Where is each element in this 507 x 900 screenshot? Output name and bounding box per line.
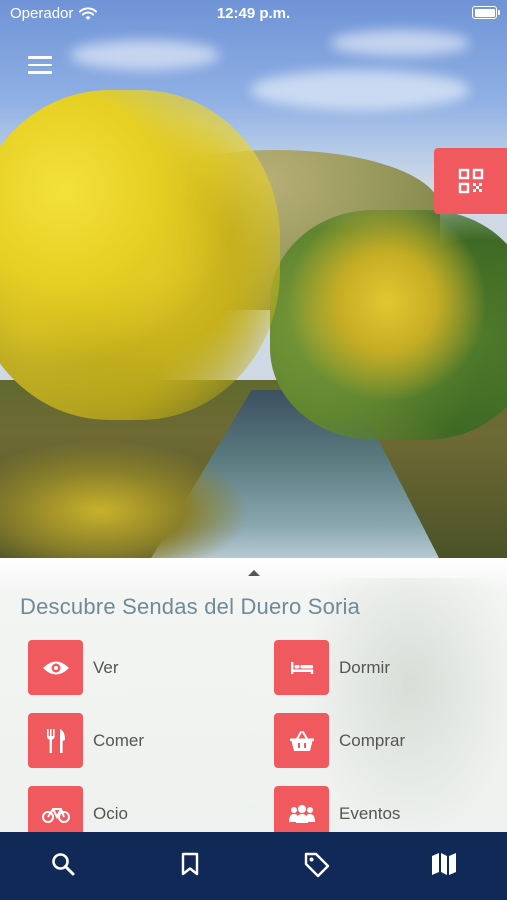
- battery-icon: [472, 6, 500, 19]
- tab-bookmarks[interactable]: [127, 832, 254, 900]
- map-icon: [431, 853, 456, 875]
- category-label: Ver: [93, 657, 119, 677]
- status-time: 12:49 p.m.: [216, 5, 291, 22]
- category-label: Ocio: [93, 803, 128, 823]
- category-label: Dormir: [339, 657, 390, 677]
- qr-scan-button[interactable]: [434, 148, 507, 214]
- basket-icon: [274, 713, 329, 768]
- panel-expand-handle[interactable]: [248, 570, 260, 576]
- fork-knife-icon: [28, 713, 83, 768]
- category-label: Comprar: [339, 730, 406, 750]
- bottom-tab-bar: [0, 832, 507, 900]
- bed-icon: [274, 640, 329, 695]
- tag-icon: [304, 852, 330, 878]
- search-icon: [52, 853, 75, 876]
- qr-code-icon: [458, 168, 483, 194]
- tab-map[interactable]: [380, 832, 507, 900]
- hamburger-menu-icon[interactable]: [28, 56, 56, 78]
- tab-search[interactable]: [0, 832, 127, 900]
- category-label: Eventos: [339, 803, 401, 823]
- category-ver[interactable]: Ver: [28, 640, 119, 695]
- category-comer[interactable]: Comer: [28, 713, 144, 768]
- hero-landscape-image: [0, 0, 507, 558]
- panel-title: Descubre Sendas del Duero Soria: [20, 594, 361, 619]
- bicycle-icon: [28, 786, 83, 832]
- category-ocio[interactable]: Ocio: [28, 786, 128, 832]
- eye-icon: [28, 640, 83, 695]
- status-bar: Operador 12:49 p.m.: [0, 0, 507, 28]
- category-dormir[interactable]: Dormir: [274, 640, 390, 695]
- category-comprar[interactable]: Comprar: [274, 713, 405, 768]
- tab-offers[interactable]: [254, 832, 381, 900]
- category-eventos[interactable]: Eventos: [274, 786, 400, 832]
- bookmark-icon: [181, 852, 199, 876]
- discover-panel: Descubre Sendas del Duero Soria Ver Dorm…: [0, 558, 507, 832]
- category-label: Comer: [93, 730, 145, 750]
- people-icon: [274, 786, 329, 832]
